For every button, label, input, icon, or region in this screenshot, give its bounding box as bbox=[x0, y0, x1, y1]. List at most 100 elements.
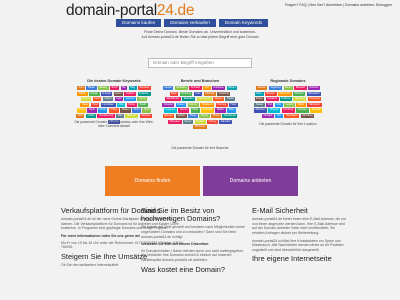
tag-right-1[interactable]: Augsburg bbox=[268, 86, 283, 91]
tag-right-16[interactable]: Kiel bbox=[266, 102, 274, 107]
tag-left-9[interactable]: Energie bbox=[100, 91, 113, 96]
tag-center-23[interactable]: Kanzlei bbox=[178, 108, 190, 113]
tag-center-16[interactable]: Fotograf bbox=[162, 102, 175, 107]
tag-left-29[interactable]: Reisen bbox=[120, 108, 131, 113]
tag-left-16[interactable]: Geld bbox=[114, 97, 123, 102]
tag-left-18[interactable]: Handy bbox=[137, 97, 148, 102]
tag-center-10[interactable]: Coaching bbox=[217, 91, 231, 96]
tag-left-8[interactable]: Design bbox=[88, 91, 100, 96]
tag-right-19[interactable]: Mainz bbox=[296, 102, 306, 107]
tag-left-1[interactable]: Bauen bbox=[86, 86, 97, 91]
tag-center-17[interactable]: Friseur bbox=[175, 102, 187, 107]
tag-center-38[interactable]: Zahnarzt bbox=[219, 119, 232, 124]
tag-left-35[interactable]: Web bbox=[116, 113, 125, 119]
register-link[interactable]: Neu hier? Anmelden bbox=[310, 3, 343, 7]
tag-left-12[interactable]: Finanzen bbox=[137, 91, 151, 96]
tag-right-3[interactable]: Bielefeld bbox=[294, 86, 307, 91]
tag-center-25[interactable]: Kosmetik bbox=[200, 108, 214, 113]
tag-left-21[interactable]: Immobilien bbox=[100, 102, 116, 107]
tag-right-18[interactable]: Leipzig bbox=[284, 102, 295, 107]
tag-center-30[interactable]: Pflege bbox=[188, 113, 199, 119]
tag-left-34[interactable]: Versicherung bbox=[97, 113, 115, 119]
tag-left-17[interactable]: Gesund bbox=[124, 97, 136, 102]
tag-center-3[interactable]: Arzt bbox=[203, 86, 211, 91]
tag-right-25[interactable]: Rostock bbox=[310, 108, 323, 113]
tag-center-22[interactable]: Ingenieur bbox=[163, 108, 177, 113]
logo[interactable]: domain-portal24.de bbox=[66, 2, 194, 20]
tag-center-28[interactable]: Metzger bbox=[162, 113, 175, 119]
tag-center-0[interactable]: Anwalt bbox=[162, 86, 174, 91]
tag-right-14[interactable]: Hannover bbox=[307, 97, 322, 102]
tag-left-6[interactable]: Business bbox=[138, 86, 152, 91]
tag-right-11[interactable]: Frankfurt bbox=[265, 97, 279, 102]
tag-center-31[interactable]: Physio bbox=[199, 113, 210, 119]
tag-right-28[interactable]: Wiesbaden bbox=[284, 113, 300, 119]
tag-right-8[interactable]: Dresden bbox=[292, 91, 306, 96]
tag-left-33[interactable]: Urlaub bbox=[85, 113, 97, 119]
tag-center-39[interactable]: Zimmerei bbox=[193, 125, 207, 130]
tag-right-9[interactable]: Düsseldorf bbox=[306, 91, 322, 96]
tag-left-37[interactable]: Wohnen bbox=[139, 113, 152, 119]
tag-right-27[interactable]: Ulm bbox=[275, 113, 283, 119]
tag-center-11[interactable]: Dachdecker bbox=[164, 97, 181, 102]
tag-center-12[interactable]: Elektriker bbox=[182, 97, 196, 102]
tag-left-2[interactable]: Beauty bbox=[97, 86, 109, 91]
tag-center-7[interactable]: Beratung bbox=[179, 91, 193, 96]
tag-center-19[interactable]: Handwerk bbox=[200, 102, 215, 107]
tag-left-24[interactable]: Kredit bbox=[138, 102, 148, 107]
tag-center-9[interactable]: Catering bbox=[203, 91, 216, 96]
tag-left-23[interactable]: Kinder bbox=[126, 102, 137, 107]
tag-left-14[interactable]: Food bbox=[92, 97, 102, 102]
tag-center-6[interactable]: Bank bbox=[169, 91, 179, 96]
tag-left-28[interactable]: Online bbox=[108, 108, 119, 113]
tag-center-32[interactable]: Praxis bbox=[211, 113, 222, 119]
tag-left-10[interactable]: Event bbox=[113, 91, 124, 96]
tag-center-18[interactable]: Gärtner bbox=[187, 102, 199, 107]
nav-domain-keywords[interactable]: Domain Keywords bbox=[218, 19, 269, 27]
tag-center-27[interactable]: Maler bbox=[227, 108, 237, 113]
tag-left-30[interactable]: Shop bbox=[132, 108, 142, 113]
tag-right-21[interactable]: München bbox=[253, 108, 268, 113]
tag-left-36[interactable]: Wellness bbox=[125, 113, 139, 119]
tag-center-15[interactable]: Florist bbox=[225, 97, 236, 102]
tag-left-3[interactable]: Berlin bbox=[110, 86, 120, 91]
nav-buy-domains[interactable]: Domains kaufen bbox=[116, 19, 162, 27]
tag-right-2[interactable]: Berlin bbox=[283, 86, 293, 91]
tag-left-0[interactable]: Auto bbox=[76, 86, 86, 91]
tag-left-11[interactable]: Fashion bbox=[124, 91, 137, 96]
tag-center-37[interactable]: Umzug bbox=[207, 119, 218, 124]
tag-right-24[interactable]: Potsdam bbox=[296, 108, 309, 113]
tag-center-21[interactable]: Hotel bbox=[229, 102, 238, 107]
tag-left-27[interactable]: Musik bbox=[97, 108, 108, 113]
tag-right-6[interactable]: Bremen bbox=[264, 91, 277, 96]
search-input[interactable]: Domain oder Begriff eingeben bbox=[148, 58, 252, 68]
tag-left-25[interactable]: Kunst bbox=[76, 108, 86, 113]
tag-center-2[interactable]: Architekt bbox=[189, 86, 202, 91]
tag-center-5[interactable]: Bäcker bbox=[226, 86, 238, 91]
tag-right-5[interactable]: Bonn bbox=[254, 91, 264, 96]
tag-left-20[interactable]: Hotel bbox=[90, 102, 100, 107]
tag-right-17[interactable]: Köln bbox=[274, 102, 283, 107]
tag-left-7[interactable]: Dating bbox=[77, 91, 88, 96]
tag-right-26[interactable]: Stuttgart bbox=[261, 113, 274, 119]
find-domains-button[interactable]: Domains finden bbox=[105, 166, 200, 196]
tag-right-22[interactable]: Münster bbox=[268, 108, 281, 113]
tag-right-20[interactable]: Mannheim bbox=[307, 102, 322, 107]
nav-sell-domains[interactable]: Domains verkaufen bbox=[164, 19, 216, 27]
tag-right-7[interactable]: Dortmund bbox=[277, 91, 292, 96]
tag-right-29[interactable]: Würzburg bbox=[300, 113, 315, 119]
tag-left-13[interactable]: Fitness bbox=[80, 97, 92, 102]
tag-center-14[interactable]: Fliesen bbox=[213, 97, 225, 102]
faq-link[interactable]: Fragen? FAQ bbox=[285, 3, 307, 7]
tag-left-4[interactable]: Bio bbox=[120, 86, 128, 91]
login-link[interactable]: Domains anbieten: Einloggen bbox=[345, 3, 392, 7]
tag-right-4[interactable]: Bochum bbox=[307, 86, 320, 91]
tag-center-1[interactable]: Apotheke bbox=[174, 86, 188, 91]
tag-left-15[interactable]: Garten bbox=[102, 97, 114, 102]
tag-right-12[interactable]: Freiburg bbox=[279, 97, 293, 102]
tag-center-20[interactable]: Heizung bbox=[215, 102, 228, 107]
tag-right-15[interactable]: Kassel bbox=[254, 102, 265, 107]
tag-right-23[interactable]: Nürnberg bbox=[281, 108, 295, 113]
tag-right-10[interactable]: Essen bbox=[254, 97, 265, 102]
tag-left-19[interactable]: Haus bbox=[80, 102, 90, 107]
